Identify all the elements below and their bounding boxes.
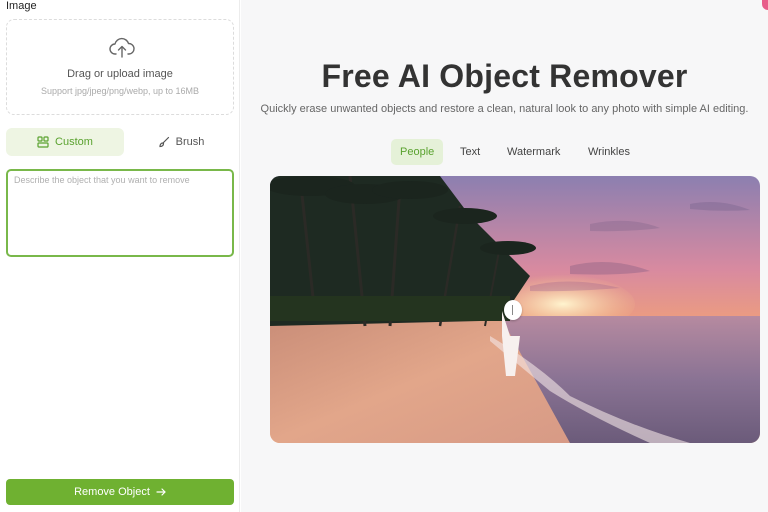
main-area: Free AI Object Remover Quickly erase unw… — [241, 0, 768, 512]
object-description-input[interactable] — [8, 171, 232, 255]
prompt-box — [6, 169, 234, 257]
brush-icon — [159, 136, 169, 148]
upload-subtitle: Support jpg/jpeg/png/webp, up to 16MB — [40, 86, 200, 96]
tab-wrinkles[interactable]: Wrinkles — [579, 139, 639, 165]
mode-toggle: Custom Brush — [6, 128, 234, 156]
section-label-image: Image — [6, 0, 37, 12]
layout-grid-icon — [37, 136, 49, 148]
remove-object-button[interactable]: Remove Object — [6, 479, 234, 505]
upload-dropzone[interactable]: Drag or upload image Support jpg/jpeg/pn… — [6, 19, 234, 115]
tab-text[interactable]: Text — [451, 139, 489, 165]
page-title: Free AI Object Remover — [321, 58, 688, 94]
left-panel: Image Drag or upload image Support jpg/j… — [0, 0, 240, 512]
custom-mode-button[interactable]: Custom — [6, 128, 124, 156]
page-subtitle: Quickly erase unwanted objects and resto… — [260, 103, 749, 115]
cloud-upload-icon — [109, 37, 135, 58]
brush-mode-button[interactable]: Brush — [122, 128, 240, 156]
compare-slider-handle[interactable] — [504, 300, 522, 320]
upload-title: Drag or upload image — [67, 68, 173, 80]
tab-watermark[interactable]: Watermark — [498, 139, 569, 165]
brush-mode-label: Brush — [175, 136, 205, 148]
app-root: Image Drag or upload image Support jpg/j… — [0, 0, 768, 512]
custom-mode-label: Custom — [55, 136, 93, 148]
tab-people[interactable]: People — [391, 139, 444, 165]
remove-object-label: Remove Object — [74, 486, 150, 498]
arrow-right-icon — [156, 488, 166, 496]
